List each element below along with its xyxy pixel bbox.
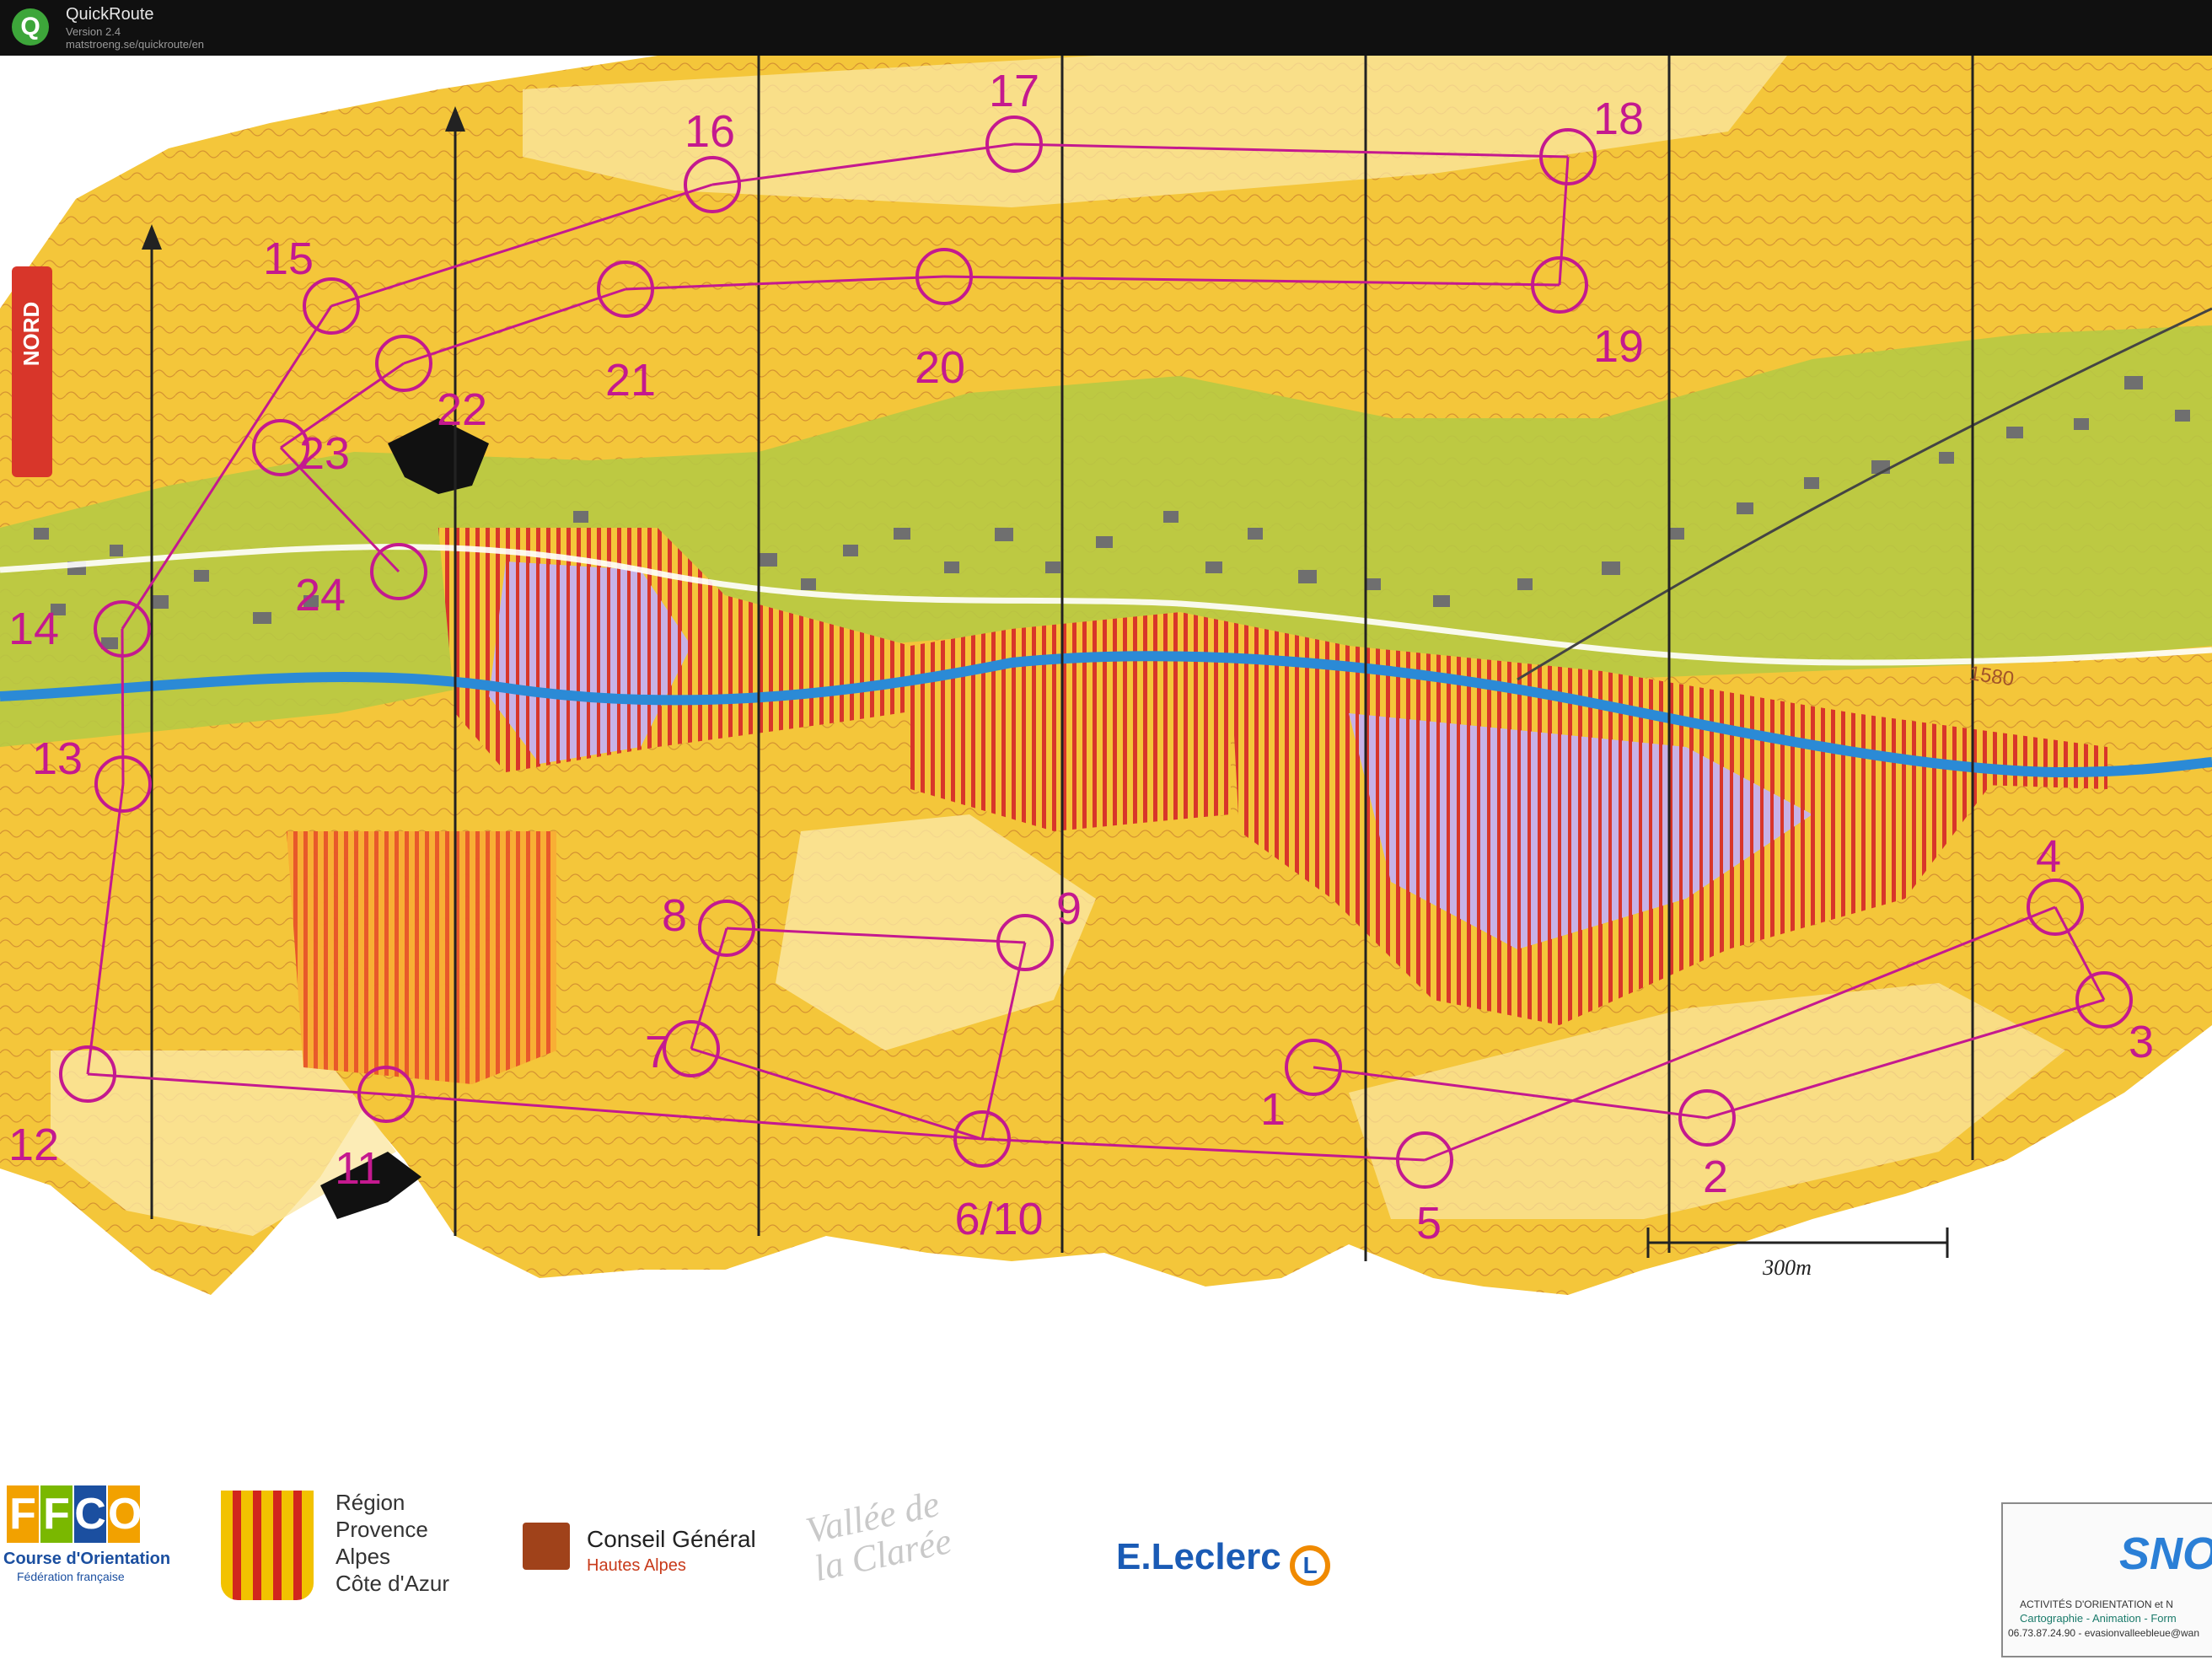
conseil-general-name: Conseil Général: [587, 1526, 756, 1552]
ffco-letter: O: [108, 1485, 142, 1543]
map-viewport[interactable]: NORD 300m 1580 1 2 3 4 5 6/10 7 8 9 11 12 13 14 15 16 1…: [0, 56, 2212, 1660]
control-number: 20: [915, 342, 965, 393]
control-number: 14: [8, 604, 59, 654]
conseil-general-sub: Hautes Alpes: [587, 1556, 686, 1575]
control-number: 13: [32, 733, 83, 784]
title-bar: Q QuickRoute Version 2.4 matstroeng.se/q…: [0, 0, 2212, 56]
snoe-logo-text: SNOE: [2119, 1528, 2212, 1579]
region-paca-logo: Région Provence Alpes Côte d'Azur: [221, 1485, 474, 1654]
mountain-icon: [523, 1523, 570, 1570]
leclerc-text: E.Leclerc: [1116, 1536, 1281, 1577]
snoe-logo: SNOE ACTIVITÉS D'ORIENTATION et N Cartog…: [2001, 1502, 2212, 1657]
leclerc-ring-icon: L: [1290, 1544, 1331, 1586]
course-leg: [121, 628, 125, 785]
control-number: 5: [1416, 1198, 1442, 1249]
snoe-line-3: 06.73.87.24.90 - evasionvalleebleue@wan: [2008, 1627, 2200, 1639]
leclerc-logo: E.Leclerc L: [1116, 1536, 1369, 1595]
control-number: 19: [1593, 321, 1644, 372]
snoe-line-2: Cartographie - Animation - Form: [2020, 1612, 2177, 1625]
vallee-claree-text: Vallée de la Clarée: [802, 1482, 955, 1590]
control-number: 9: [1056, 884, 1082, 934]
region-name: Région Provence Alpes Côte d'Azur: [336, 1490, 450, 1596]
control-number: 15: [263, 234, 314, 284]
vallee-claree-logo: Vallée de la Clarée: [803, 1480, 1028, 1589]
control-number: 17: [989, 66, 1039, 116]
conseil-general-logo: Conseil Général Hautes Alpes: [523, 1523, 776, 1598]
app-url: matstroeng.se/quickroute/en: [66, 38, 205, 51]
control-number: 18: [1593, 94, 1644, 144]
control-number: 7: [645, 1027, 670, 1077]
ffco-logo: F F C O Course d'Orientation Fédération …: [0, 1485, 170, 1654]
control-number: 23: [299, 428, 350, 479]
control-number: 24: [295, 570, 346, 620]
orienteering-map[interactable]: NORD 300m 1580 123456/1078 91112131415161…: [0, 56, 2212, 1660]
control-number: 2: [1703, 1152, 1728, 1202]
control-number: 12: [8, 1120, 59, 1170]
north-badge-label: NORD: [19, 302, 44, 367]
out-of-bounds-southwest-stripes: [287, 831, 556, 1084]
control-number: 16: [685, 106, 735, 157]
ffco-caption: Course d'Orientation: [3, 1550, 171, 1568]
app-version: Version 2.4: [66, 25, 121, 38]
control-number: 21: [605, 355, 656, 406]
ffco-letters: F F C O: [7, 1485, 142, 1543]
ffco-subcaption: Fédération française: [17, 1570, 125, 1583]
snoe-line-1: ACTIVITÉS D'ORIENTATION et N: [2020, 1598, 2173, 1610]
control-number: 8: [662, 890, 687, 941]
ffco-letter: F: [7, 1485, 39, 1543]
control-number: 6/10: [954, 1194, 1043, 1244]
ffco-letter: C: [74, 1485, 106, 1543]
control-number: 4: [2036, 831, 2061, 882]
control-number: 1: [1260, 1084, 1286, 1135]
control-number: 22: [437, 384, 487, 435]
app-name: QuickRoute: [66, 5, 154, 24]
region-shield-icon: [221, 1491, 314, 1600]
scale-bar-label: 300m: [1762, 1255, 1812, 1280]
control-number: 3: [2129, 1017, 2154, 1067]
quickroute-logo-icon: Q: [12, 8, 49, 46]
control-number: 11: [335, 1143, 382, 1194]
north-badge: [12, 266, 52, 477]
ffco-letter: F: [40, 1485, 72, 1543]
